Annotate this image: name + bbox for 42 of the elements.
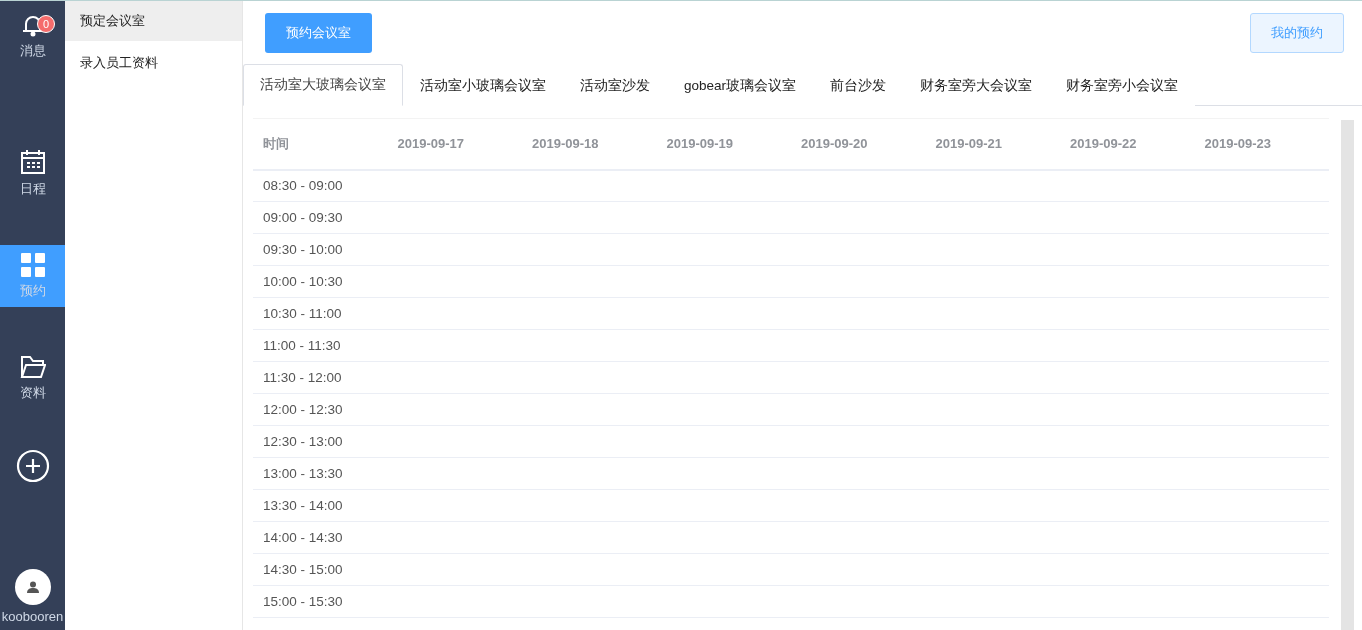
- person-icon: [26, 581, 39, 593]
- time-slot-cell: 10:00 - 10:30: [253, 265, 388, 298]
- room-tab[interactable]: 活动室大玻璃会议室: [243, 64, 403, 106]
- plus-circle-icon: [15, 449, 50, 483]
- user-name: koobooren: [1, 609, 64, 624]
- column-header: 2019-09-17: [387, 118, 522, 170]
- time-slot-cell: 09:30 - 10:00: [253, 233, 388, 266]
- time-slot-cell: 10:30 - 11:00: [253, 297, 388, 330]
- add-button[interactable]: [15, 449, 50, 483]
- column-header: 2019-09-23: [1194, 118, 1329, 170]
- time-slot-cell: 12:00 - 12:30: [253, 393, 388, 426]
- column-header: 2019-09-20: [791, 118, 926, 170]
- column-header: 2019-09-19: [656, 118, 791, 170]
- time-slot-cell: 13:00 - 13:30: [253, 457, 388, 490]
- time-slot-cell: 14:00 - 14:30: [253, 521, 388, 554]
- bell-icon: [21, 13, 44, 37]
- folder-icon: [19, 355, 46, 379]
- column-header: 2019-09-21: [925, 118, 1060, 170]
- time-slot-cell: 12:30 - 13:00: [253, 425, 388, 458]
- nav-label: 资料: [19, 385, 46, 401]
- column-header: 2019-09-18: [522, 118, 657, 170]
- time-slot-cell: 13:30 - 14:00: [253, 489, 388, 522]
- grid-icon: [20, 253, 45, 277]
- nav-item[interactable]: 0 消息: [0, 5, 65, 67]
- time-slot-cell: 14:30 - 15:00: [253, 553, 388, 586]
- submenu-item[interactable]: 预定会议室: [65, 1, 242, 41]
- nav-item[interactable]: 资料: [0, 347, 65, 409]
- notification-badge: 0: [37, 15, 55, 33]
- nav-label: 日程: [19, 181, 46, 197]
- time-slot-cell: 11:30 - 12:00: [253, 361, 388, 394]
- column-header: 时间: [253, 118, 388, 170]
- nav-label: 消息: [19, 43, 46, 59]
- nav-item[interactable]: 日程: [0, 141, 65, 205]
- column-header: 2019-09-22: [1060, 118, 1195, 170]
- avatar[interactable]: [14, 569, 51, 605]
- time-slot-cell: 11:00 - 11:30: [253, 329, 388, 362]
- time-slot-cell: 08:30 - 09:00: [253, 169, 388, 202]
- scrollbar[interactable]: [1341, 120, 1354, 630]
- time-slot-cell: 09:00 - 09:30: [253, 201, 388, 234]
- time-slot-cell: 15:00 - 15:30: [253, 585, 388, 618]
- calendar-icon: [19, 149, 46, 175]
- nav-label: 预约: [19, 283, 46, 299]
